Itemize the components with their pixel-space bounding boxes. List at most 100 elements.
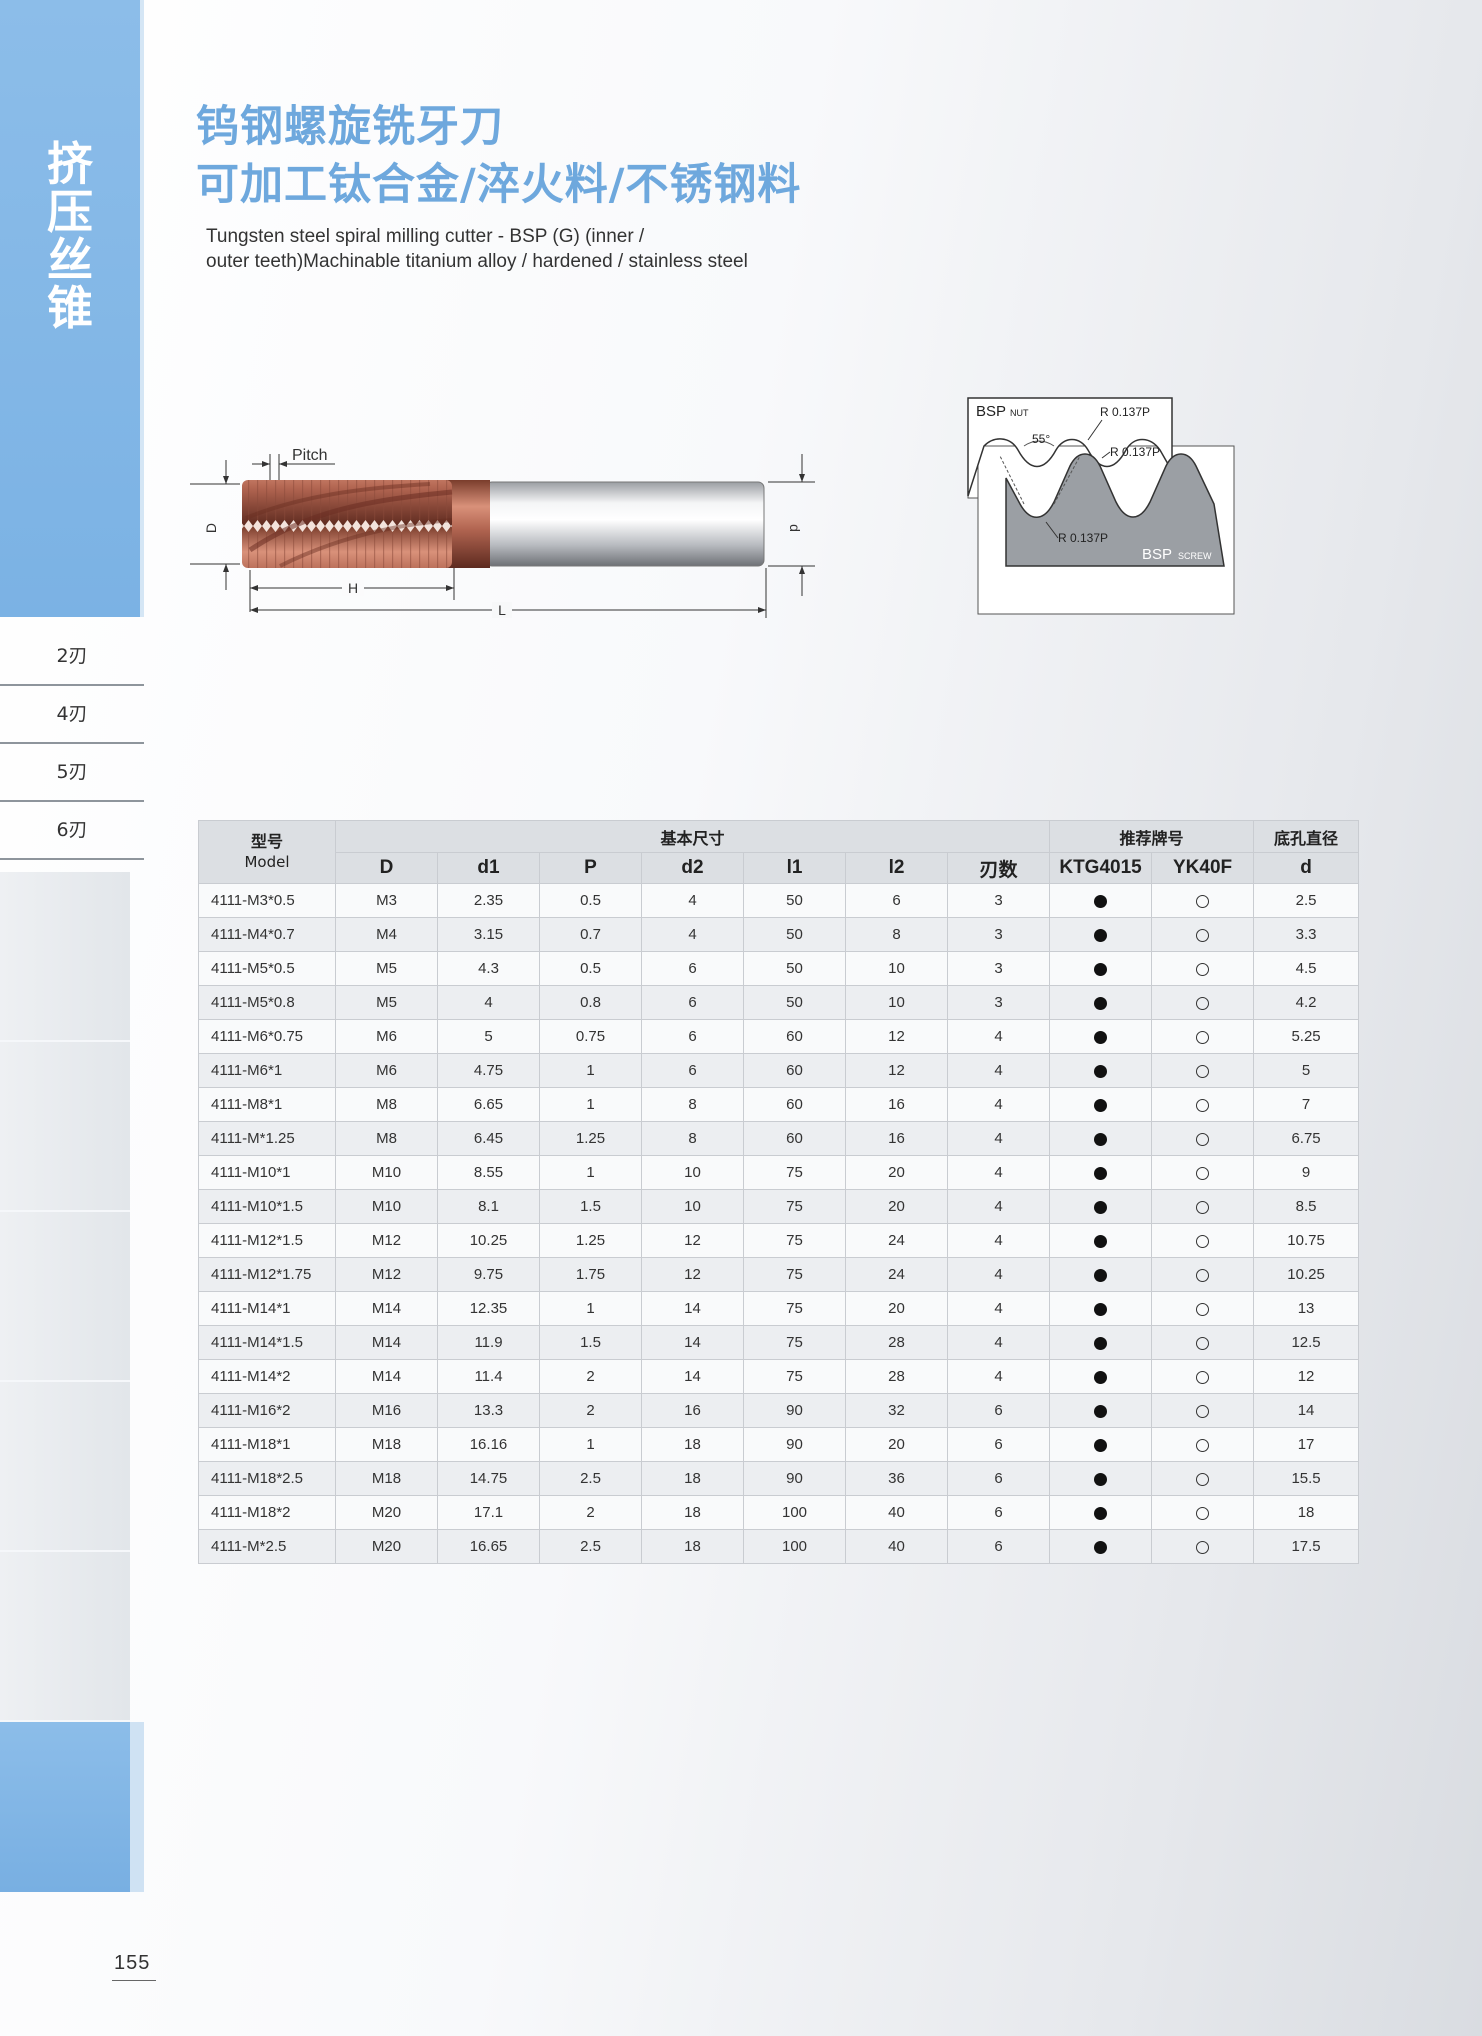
table-row: 4111-M18*2.5 M18 14.75 2.5 18 90 36 6 15.5	[198, 1461, 1360, 1496]
bsp-screw-sub: SCREW	[1178, 551, 1212, 561]
yk40f-mark-cell	[1151, 1019, 1255, 1054]
value-cell: 4.5	[1253, 951, 1360, 986]
value-cell: 4	[946, 1291, 1051, 1326]
value-cell: 6	[641, 951, 744, 986]
filled-circle-icon	[1094, 1370, 1108, 1384]
basic-dimensions-header: 基本尺寸	[334, 820, 1051, 853]
open-circle-icon	[1196, 1472, 1210, 1486]
value-cell: 18	[641, 1495, 744, 1530]
yk40f-mark-cell	[1151, 1529, 1255, 1564]
column-header: KTG4015	[1049, 852, 1153, 884]
value-cell: 4.3	[437, 951, 540, 986]
open-circle-icon	[1196, 962, 1210, 976]
yk40f-mark-cell	[1151, 1359, 1255, 1394]
model-header: 型号 Model	[198, 820, 336, 884]
value-cell: 8.5	[1253, 1189, 1360, 1224]
recommended-grade-header: 推荐牌号	[1049, 820, 1255, 853]
value-cell: 1.5	[539, 1325, 642, 1360]
value-cell: 60	[743, 1121, 846, 1156]
sidebar-blank-tab	[0, 1042, 130, 1212]
ktg4015-mark-cell	[1049, 951, 1153, 986]
value-cell: M10	[335, 1155, 438, 1190]
value-cell: M20	[335, 1495, 438, 1530]
value-cell: 17.1	[437, 1495, 540, 1530]
value-cell: 2.35	[437, 883, 540, 918]
value-cell: 2	[539, 1495, 642, 1530]
sidebar-bottom-edge	[130, 1722, 144, 1892]
value-cell: 2.5	[539, 1529, 642, 1564]
ktg4015-mark-cell	[1049, 1053, 1153, 1088]
value-cell: M18	[335, 1461, 438, 1496]
pitch-label: Pitch	[292, 447, 328, 464]
value-cell: 100	[743, 1495, 846, 1530]
value-cell: 4	[946, 1053, 1051, 1088]
open-circle-icon	[1196, 1370, 1210, 1384]
value-cell: 10.25	[437, 1223, 540, 1258]
page-title-cn: 钨钢螺旋铣牙刀 可加工钛合金/淬火料/不锈钢料	[196, 98, 801, 214]
value-cell: 4	[437, 985, 540, 1020]
sidebar-tabs-blank	[0, 872, 130, 1722]
open-circle-icon	[1196, 894, 1210, 908]
value-cell: M14	[335, 1291, 438, 1326]
tool-neck	[446, 480, 490, 568]
table-row: 4111-M14*1 M14 12.35 1 14 75 20 4 13	[198, 1291, 1360, 1326]
value-cell: 60	[743, 1019, 846, 1054]
value-cell: 16	[845, 1121, 948, 1156]
ktg4015-mark-cell	[1049, 1291, 1153, 1326]
value-cell: 9.75	[437, 1257, 540, 1292]
model-cell: 4111-M5*0.8	[198, 985, 336, 1020]
table-row: 4111-M6*0.75 M6 5 0.75 6 60 12 4 5.25	[198, 1019, 1360, 1054]
title-cn-line2: 可加工钛合金/淬火料/不锈钢料	[196, 160, 802, 210]
value-cell: 50	[743, 917, 846, 952]
sidebar-nav: 2刃 4刃 5刃 6刃	[0, 628, 144, 860]
value-cell: 6	[641, 1053, 744, 1088]
sidebar-item-2-flute[interactable]: 2刃	[0, 628, 144, 686]
value-cell: M14	[335, 1325, 438, 1360]
value-cell: 28	[845, 1359, 948, 1394]
value-cell: 1	[539, 1291, 642, 1326]
yk40f-mark-cell	[1151, 917, 1255, 952]
column-header: YK40F	[1151, 852, 1255, 884]
model-cell: 4111-M*2.5	[198, 1529, 336, 1564]
model-cell: 4111-M18*2	[198, 1495, 336, 1530]
value-cell: 4	[946, 1019, 1051, 1054]
column-header: l2	[845, 852, 948, 884]
value-cell: 75	[743, 1325, 846, 1360]
value-cell: 75	[743, 1291, 846, 1326]
pilot-hole-header: 底孔直径	[1253, 820, 1360, 853]
value-cell: 1	[539, 1053, 642, 1088]
value-cell: 1.75	[539, 1257, 642, 1292]
value-cell: 6	[946, 1427, 1051, 1462]
sidebar-item-4-flute[interactable]: 4刃	[0, 686, 144, 744]
open-circle-icon	[1196, 928, 1210, 942]
value-cell: 3.15	[437, 917, 540, 952]
bsp-angle-label: 55°	[1032, 432, 1050, 446]
filled-circle-icon	[1094, 1404, 1108, 1418]
value-cell: 10	[641, 1189, 744, 1224]
model-cell: 4111-M*1.25	[198, 1121, 336, 1156]
open-circle-icon	[1196, 1132, 1210, 1146]
sidebar-item-6-flute[interactable]: 6刃	[0, 802, 144, 860]
category-char: 压	[47, 185, 93, 239]
model-cell: 4111-M10*1.5	[198, 1189, 336, 1224]
model-header-cn: 型号	[250, 832, 283, 851]
filled-circle-icon	[1094, 928, 1108, 942]
sidebar-item-5-flute[interactable]: 5刃	[0, 744, 144, 802]
tool-shank	[485, 481, 765, 567]
value-cell: M12	[335, 1257, 438, 1292]
filled-circle-icon	[1094, 1030, 1108, 1044]
bsp-screw-label: BSP	[1142, 546, 1172, 563]
d-upper-label: D	[203, 523, 219, 533]
sidebar-edge	[140, 0, 144, 617]
sidebar-blank-tab	[0, 872, 130, 1042]
model-cell: 4111-M18*2.5	[198, 1461, 336, 1496]
value-cell: 28	[845, 1325, 948, 1360]
column-header: d1	[437, 852, 540, 884]
value-cell: 6.65	[437, 1087, 540, 1122]
column-header: l1	[743, 852, 846, 884]
value-cell: 2	[539, 1393, 642, 1428]
value-cell: M8	[335, 1087, 438, 1122]
filled-circle-icon	[1094, 1166, 1108, 1180]
title-cn-line1: 钨钢螺旋铣牙刀	[196, 102, 504, 152]
model-header-en: Model	[244, 853, 290, 871]
